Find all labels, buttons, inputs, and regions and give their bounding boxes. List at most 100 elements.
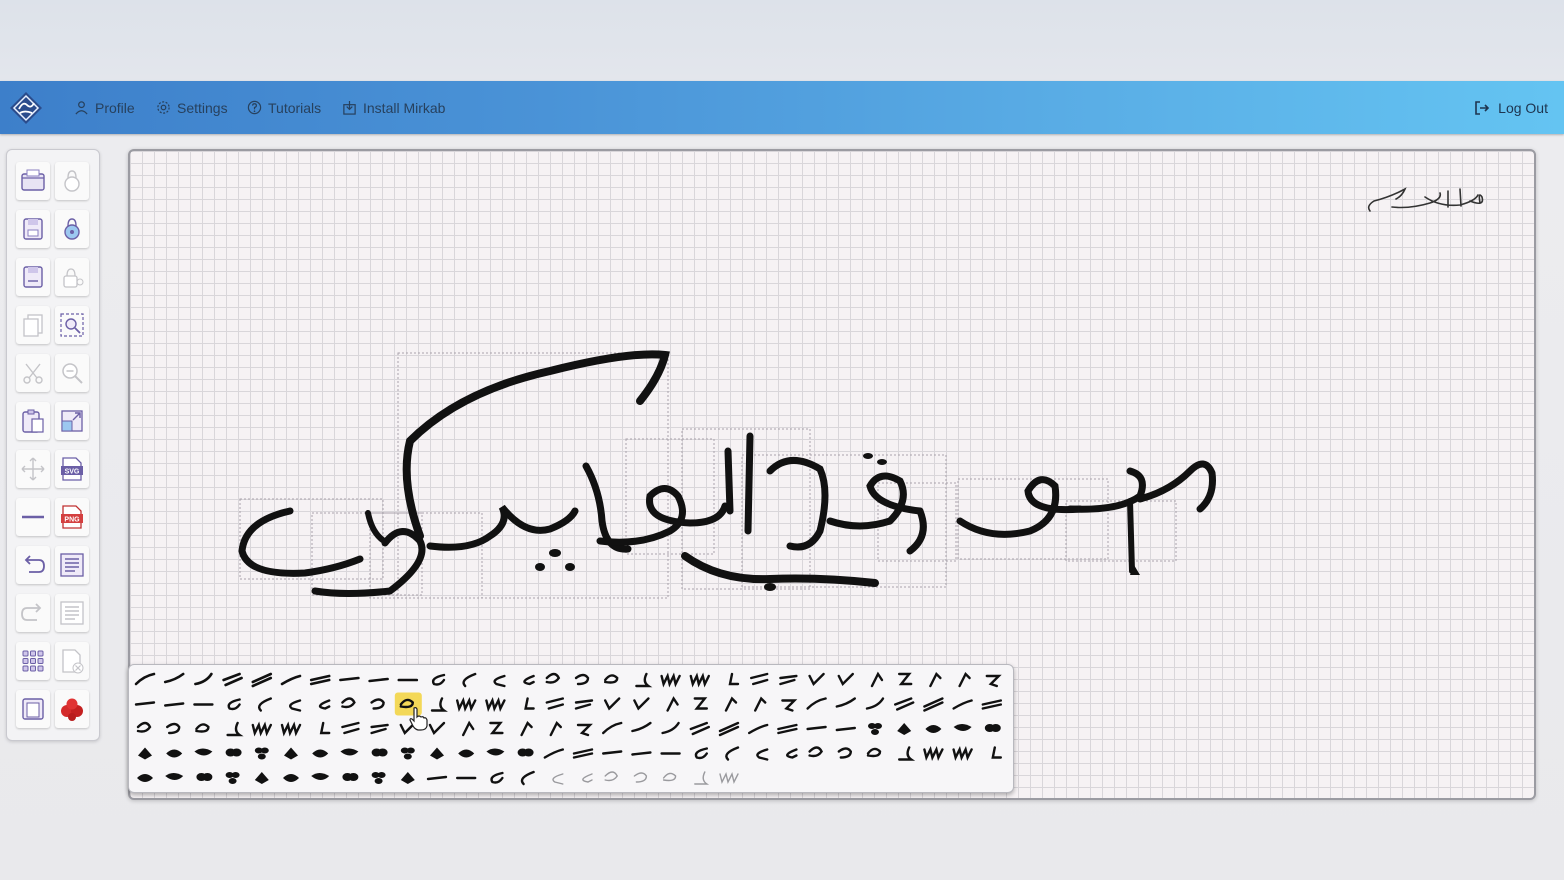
stroke-shape-cell[interactable] xyxy=(220,668,247,691)
stroke-shape-cell[interactable] xyxy=(541,766,568,789)
stroke-shape-cell[interactable] xyxy=(628,766,655,789)
stroke-shape-cell[interactable] xyxy=(716,693,743,716)
undo-button[interactable] xyxy=(16,546,50,584)
stroke-shape-cell[interactable] xyxy=(687,717,714,740)
zoom-out-button[interactable] xyxy=(55,354,89,392)
stroke-shape-cell[interactable] xyxy=(307,742,334,765)
stroke-shape-cell[interactable] xyxy=(833,717,860,740)
lock-settings-button[interactable] xyxy=(55,258,89,296)
stroke-shape-cell[interactable] xyxy=(658,693,685,716)
export-png-button[interactable]: PNG xyxy=(55,498,89,536)
stroke-shape-cell[interactable] xyxy=(658,766,685,789)
stroke-shape-cell[interactable] xyxy=(774,668,801,691)
logout-button[interactable]: Log Out xyxy=(1474,81,1548,134)
stroke-shape-cell[interactable] xyxy=(862,668,889,691)
stroke-shape-cell[interactable] xyxy=(161,693,188,716)
stroke-shape-cell[interactable] xyxy=(482,717,509,740)
remove-page-button[interactable] xyxy=(55,642,89,680)
stroke-shape-cell[interactable] xyxy=(190,742,217,765)
stroke-shape-cell[interactable] xyxy=(745,742,772,765)
stroke-shape-cell[interactable] xyxy=(541,742,568,765)
stroke-shape-cell[interactable] xyxy=(950,668,977,691)
frame-button[interactable] xyxy=(16,690,50,728)
lock-button[interactable] xyxy=(55,162,89,200)
paste-button[interactable] xyxy=(16,402,50,440)
stroke-shape-cell[interactable] xyxy=(220,766,247,789)
save-as-button[interactable] xyxy=(16,258,50,296)
grid-button[interactable] xyxy=(16,642,50,680)
stroke-shape-cell[interactable] xyxy=(570,742,597,765)
stroke-shape-cell[interactable] xyxy=(249,693,276,716)
stroke-shape-cell[interactable] xyxy=(424,742,451,765)
stroke-shape-cell[interactable] xyxy=(132,693,159,716)
stroke-shape-cell[interactable] xyxy=(687,742,714,765)
stroke-shape-cell[interactable] xyxy=(132,717,159,740)
unlock-button[interactable] xyxy=(55,210,89,248)
stroke-shape-cell[interactable] xyxy=(366,693,393,716)
stroke-shape-cell[interactable] xyxy=(336,766,363,789)
stroke-shape-cell[interactable] xyxy=(570,693,597,716)
copy-button[interactable] xyxy=(16,306,50,344)
stroke-shape-cell[interactable] xyxy=(453,717,480,740)
stroke-shape-cell[interactable] xyxy=(453,693,480,716)
stroke-shape-cell[interactable] xyxy=(891,717,918,740)
stroke-shape-cell[interactable] xyxy=(161,742,188,765)
stroke-shape-cell[interactable] xyxy=(132,742,159,765)
stroke-shape-cell[interactable] xyxy=(395,766,422,789)
nav-tutorials[interactable]: Tutorials xyxy=(247,81,321,134)
stroke-shape-cell[interactable] xyxy=(774,693,801,716)
resize-button[interactable] xyxy=(55,402,89,440)
stroke-shape-cell[interactable] xyxy=(336,742,363,765)
line-tool-button[interactable] xyxy=(16,498,50,536)
stroke-shape-cell[interactable] xyxy=(570,717,597,740)
stroke-shape-cell[interactable] xyxy=(161,717,188,740)
stroke-shape-cell[interactable] xyxy=(628,693,655,716)
nav-profile[interactable]: Profile xyxy=(74,81,135,134)
mirkab-logo-icon[interactable] xyxy=(9,91,43,125)
stroke-shape-cell[interactable] xyxy=(920,693,947,716)
stroke-shape-cell[interactable] xyxy=(512,742,539,765)
stroke-shape-cell[interactable] xyxy=(190,717,217,740)
stroke-shape-cell[interactable] xyxy=(307,766,334,789)
stroke-shape-cell[interactable] xyxy=(132,766,159,789)
stroke-shape-cell[interactable] xyxy=(278,668,305,691)
stroke-shape-cell[interactable] xyxy=(628,717,655,740)
stroke-shape-cell[interactable] xyxy=(161,668,188,691)
stroke-shape-cell[interactable] xyxy=(599,717,626,740)
stroke-shape-cell[interactable] xyxy=(366,717,393,740)
stroke-shape-cell[interactable] xyxy=(833,668,860,691)
stroke-shape-cell[interactable] xyxy=(190,668,217,691)
stroke-shape-cell[interactable] xyxy=(920,742,947,765)
stroke-shape-cell[interactable] xyxy=(453,742,480,765)
cut-button[interactable] xyxy=(16,354,50,392)
stroke-shape-cell[interactable] xyxy=(862,742,889,765)
stroke-shape-cell[interactable] xyxy=(541,668,568,691)
stroke-shape-cell[interactable] xyxy=(366,668,393,691)
stroke-shape-cell[interactable] xyxy=(512,717,539,740)
stroke-shape-cell[interactable] xyxy=(336,717,363,740)
nav-install-mirkab[interactable]: Install Mirkab xyxy=(342,81,445,134)
stroke-shape-cell[interactable] xyxy=(220,742,247,765)
stroke-shape-cell[interactable] xyxy=(687,668,714,691)
stroke-shape-cell[interactable] xyxy=(891,693,918,716)
stroke-shape-cell[interactable] xyxy=(453,766,480,789)
stroke-shape-cell[interactable] xyxy=(366,766,393,789)
stroke-shape-cell[interactable] xyxy=(891,742,918,765)
stroke-shape-cell[interactable] xyxy=(716,742,743,765)
stroke-shape-cell[interactable] xyxy=(336,668,363,691)
save-button[interactable] xyxy=(16,210,50,248)
stroke-shape-cell[interactable] xyxy=(979,742,1006,765)
stroke-shape-cell[interactable] xyxy=(716,766,743,789)
stroke-shape-cell[interactable] xyxy=(307,693,334,716)
stroke-shape-cell[interactable] xyxy=(541,693,568,716)
stroke-shape-cell[interactable] xyxy=(190,766,217,789)
stroke-shape-cell[interactable] xyxy=(512,668,539,691)
stroke-shape-cell[interactable] xyxy=(716,717,743,740)
stroke-shape-cell[interactable] xyxy=(278,693,305,716)
stroke-shape-cell[interactable] xyxy=(482,668,509,691)
export-svg-button[interactable]: SVG xyxy=(55,450,89,488)
move-button[interactable] xyxy=(16,450,50,488)
stroke-shape-cell[interactable] xyxy=(395,668,422,691)
stroke-shape-cell[interactable] xyxy=(482,693,509,716)
stroke-shape-cell[interactable] xyxy=(950,742,977,765)
